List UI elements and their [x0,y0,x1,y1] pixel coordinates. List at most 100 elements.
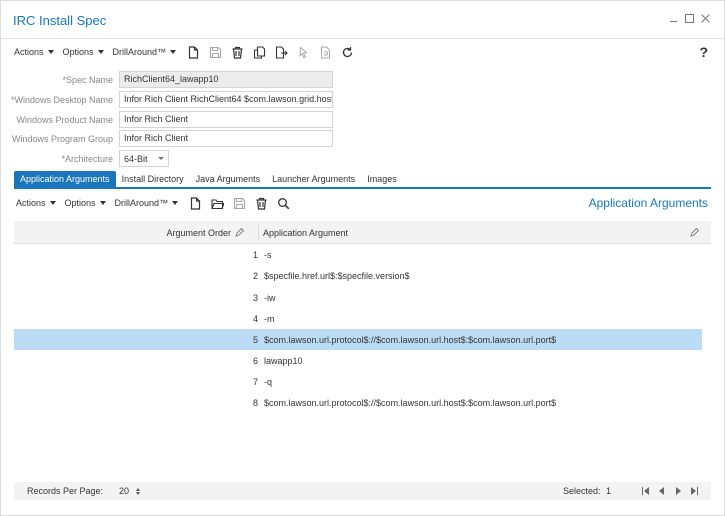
records-per-page-stepper[interactable]: 20 [119,486,141,496]
windows-program-group-field[interactable]: Infor Rich Client [119,130,333,147]
application-argument-cell: $com.lawson.url.protocol$://$com.lawson.… [264,334,557,345]
pencil-icon [690,228,699,237]
column-header-application-argument[interactable]: Application Argument [247,221,711,244]
table-row[interactable]: 4 -m [14,308,702,329]
pointer-document-icon[interactable] [295,44,311,60]
caret-down-icon [170,50,177,54]
pagination [642,487,698,495]
grid-options-menu-label: Options [64,198,96,208]
table-row-selected[interactable]: 5 $com.lawson.url.protocol$://$com.lawso… [14,329,702,350]
application-arguments-grid: Argument Order Application Argument 1 -s… [14,221,711,473]
delete-icon[interactable] [229,44,245,60]
caret-down-icon [99,201,106,205]
column-header-argument-order[interactable]: Argument Order [14,221,247,244]
actions-menu[interactable]: Actions [14,47,54,57]
tab-java-arguments[interactable]: Java Arguments [190,171,267,187]
windows-program-group-row: Windows Program Group Infor Rich Client [1,130,333,147]
windows-product-name-field[interactable]: Infor Rich Client [119,111,333,128]
argument-order-cell: 1 [252,249,258,260]
argument-order-cell: 5 [252,334,258,345]
tab-install-directory[interactable]: Install Directory [116,171,190,187]
minimize-icon[interactable] [669,14,678,23]
next-page-icon[interactable] [674,487,682,495]
search-icon[interactable] [275,195,291,211]
argument-order-cell: 4 [252,313,258,324]
selected-count-label: Selected: [563,486,601,496]
drillaround-menu[interactable]: DrillAround™ [113,47,177,57]
argument-order-cell: 2 [252,270,258,281]
grid-actions-menu-label: Actions [16,198,46,208]
grid-toolbar: Actions Options DrillAround™ [16,192,297,214]
options-menu-label: Options [62,47,94,57]
window-title: IRC Install Spec [13,13,107,28]
open-folder-icon[interactable] [209,195,225,211]
window-controls [669,14,710,23]
argument-order-cell: 8 [252,397,258,408]
grid-footer: Records Per Page: 20 Selected: 1 [14,482,711,500]
last-page-icon[interactable] [690,487,698,495]
chevron-down-icon [158,157,164,160]
grid-drillaround-menu[interactable]: DrillAround™ [115,198,179,208]
caret-down-icon [49,201,56,205]
application-argument-cell: $specfile.href.url$:$specfile.version$ [264,270,410,281]
application-argument-cell: -iw [264,292,276,303]
new-document-icon[interactable] [185,44,201,60]
grid-drillaround-menu-label: DrillAround™ [114,198,169,208]
argument-order-cell: 7 [252,376,258,387]
new-row-icon[interactable] [187,195,203,211]
help-button[interactable]: ? [699,44,708,60]
spec-name-row: *Spec Name RichClient64_lawapp10 [1,71,333,88]
windows-program-group-label: Windows Program Group [11,133,113,144]
main-toolbar: Actions Options DrillAround™ [14,41,361,63]
tab-launcher-arguments[interactable]: Launcher Arguments [266,171,361,187]
table-row[interactable]: 2 $specfile.href.url$:$specfile.version$ [14,265,702,286]
column-header-application-argument-label: Application Argument [263,227,349,238]
argument-order-cell: 3 [252,292,258,303]
table-row[interactable]: 7 -q [14,371,702,392]
drillaround-menu-label: DrillAround™ [112,47,167,57]
windows-product-name-row: Windows Product Name Infor Rich Client [1,111,333,128]
title-bar: IRC Install Spec [1,1,724,39]
section-title: Application Arguments [588,196,708,210]
options-menu[interactable]: Options [63,47,104,57]
grid-actions-menu[interactable]: Actions [16,198,56,208]
grid-header: Argument Order Application Argument [14,221,711,244]
application-argument-cell: -m [264,313,275,324]
export-document-icon[interactable] [273,44,289,60]
grid-delete-icon[interactable] [253,195,269,211]
architecture-value: 64-Bit [124,153,148,164]
copy-document-icon[interactable] [251,44,267,60]
refresh-icon[interactable] [339,44,355,60]
stepper-arrows-icon[interactable] [136,487,141,495]
table-row[interactable]: 3 -iw [14,287,702,308]
architecture-label: *Architecture [61,153,113,164]
table-row[interactable]: 8 $com.lawson.url.protocol$://$com.lawso… [14,392,702,413]
irc-install-spec-window: IRC Install Spec Actions Options DrillAr… [0,0,725,516]
records-per-page-label: Records Per Page: [27,486,104,496]
application-argument-cell: $com.lawson.url.protocol$://$com.lawson.… [264,397,557,408]
caret-down-icon [172,201,179,205]
grid-save-icon[interactable] [231,195,247,211]
close-icon[interactable] [701,14,710,23]
table-row[interactable]: 6 lawapp10 [14,350,702,371]
windows-desktop-name-field[interactable]: Infor Rich Client RichClient64 $com.laws… [119,91,333,108]
windows-desktop-name-row: *Windows Desktop Name Infor Rich Client … [1,91,333,108]
refresh-document-icon[interactable] [317,44,333,60]
previous-page-icon[interactable] [658,487,666,495]
spec-name-field: RichClient64_lawapp10 [119,71,333,88]
actions-menu-label: Actions [14,47,44,57]
architecture-select[interactable]: 64-Bit [119,150,169,167]
argument-order-cell: 6 [252,355,258,366]
tab-application-arguments[interactable]: Application Arguments [14,171,116,187]
application-argument-cell: -q [264,376,273,387]
save-icon[interactable] [207,44,223,60]
maximize-icon[interactable] [685,14,694,23]
table-row[interactable]: 1 -s [14,244,702,265]
tab-images[interactable]: Images [361,171,403,187]
architecture-row: *Architecture 64-Bit [1,150,169,167]
windows-desktop-name-label: *Windows Desktop Name [10,94,113,105]
first-page-icon[interactable] [642,487,650,495]
tab-bar: Application Arguments Install Directory … [14,171,711,189]
grid-options-menu[interactable]: Options [65,198,106,208]
caret-down-icon [47,50,54,54]
